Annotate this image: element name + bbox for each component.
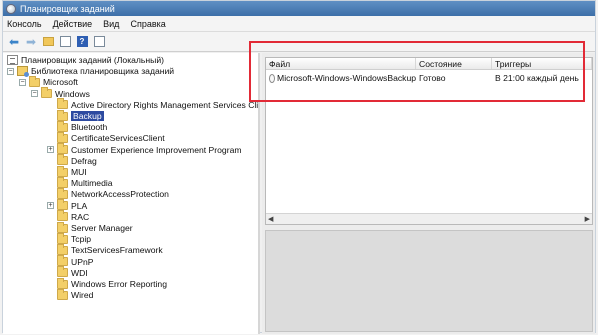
- horizontal-scrollbar[interactable]: ◀ ▶: [266, 213, 592, 224]
- folder-icon: [57, 199, 68, 211]
- folder-icon: [57, 176, 68, 188]
- column-status[interactable]: Состояние: [416, 58, 492, 69]
- tree-item-label: Библиотека планировщика заданий: [31, 66, 175, 77]
- folder-icon: [41, 87, 52, 99]
- folder-icon: [57, 120, 68, 132]
- expand-icon[interactable]: +: [47, 146, 54, 154]
- scroll-right-icon[interactable]: ▶: [583, 215, 592, 223]
- column-triggers[interactable]: Триггеры: [492, 58, 592, 69]
- folder-icon: [29, 75, 40, 87]
- folder-icon: [57, 131, 68, 143]
- tree-item[interactable]: NetworkAccessProtection: [47, 187, 169, 200]
- tree-item-label: NetworkAccessProtection: [71, 189, 169, 200]
- tree-item[interactable]: − Microsoft: [19, 75, 78, 88]
- toolbar: ⬅ ➡ ?: [3, 32, 595, 52]
- folder-icon: [57, 187, 68, 199]
- folder-icon: [57, 165, 68, 177]
- tree-item-label: Планировщик заданий (Локальный): [21, 55, 164, 65]
- tree-item-label: UPnP: [71, 256, 94, 267]
- tree-item-label: Tcpip: [71, 234, 92, 245]
- folder-icon: [57, 288, 68, 300]
- tree-item[interactable]: Windows Error Reporting: [47, 277, 167, 290]
- tree-item[interactable]: Active Directory Rights Management Servi…: [47, 98, 260, 111]
- tree-item-label: Multimedia: [71, 178, 113, 189]
- menu-help[interactable]: Справка: [130, 19, 165, 29]
- window-title: Планировщик заданий: [20, 3, 115, 14]
- tree-item[interactable]: Defrag: [47, 154, 97, 167]
- navigation-tree[interactable]: Планировщик заданий (Локальный) − Библиоте…: [3, 53, 260, 334]
- tree-item[interactable]: + Customer Experience Improvement Program: [47, 143, 242, 156]
- folder-icon: [57, 109, 68, 121]
- tree-item-label: Defrag: [71, 155, 97, 166]
- folder-icon: [57, 232, 68, 244]
- tree-item-label: PLA: [71, 200, 88, 211]
- tree-item-label: Backup: [71, 111, 104, 121]
- task-list-header: Файл Состояние Триггеры: [266, 58, 592, 70]
- forward-arrow-icon[interactable]: ➡: [24, 35, 38, 49]
- collapse-icon[interactable]: −: [19, 78, 26, 86]
- menu-console[interactable]: Консоль: [7, 19, 42, 29]
- folder-icon: [57, 277, 68, 289]
- tree-item-label: MUI: [71, 167, 87, 177]
- task-status: Готово: [419, 73, 446, 83]
- tree-item[interactable]: UPnP: [47, 255, 94, 268]
- folder-icon: [57, 255, 68, 267]
- column-file[interactable]: Файл: [266, 58, 416, 69]
- tree-item-label: Microsoft: [43, 77, 78, 88]
- task-scheduler-icon: [6, 3, 16, 14]
- title-bar: Планировщик заданий: [3, 1, 595, 16]
- scheduler-icon: [7, 55, 18, 65]
- task-trigger: В 21:00 каждый день: [495, 73, 579, 83]
- library-icon: [17, 66, 29, 78]
- tree-item[interactable]: Backup: [47, 109, 104, 122]
- tree-item-label: Active Directory Rights Management Servi…: [71, 99, 260, 110]
- tree-item[interactable]: + PLA: [47, 199, 88, 212]
- scroll-left-icon[interactable]: ◀: [266, 215, 275, 223]
- properties-icon[interactable]: [92, 35, 106, 49]
- tree-item-label: TextServicesFramework: [71, 245, 163, 256]
- tree-item-label: CertificateServicesClient: [71, 133, 165, 144]
- tree-item[interactable]: Tcpip: [47, 232, 92, 245]
- task-clock-icon: [269, 73, 276, 83]
- folder-icon: [57, 243, 68, 255]
- collapse-icon[interactable]: −: [7, 67, 14, 75]
- table-row[interactable]: Microsoft-Windows-WindowsBackup Готово В…: [266, 72, 592, 84]
- menu-bar: Консоль Действие Вид Справка: [3, 16, 595, 32]
- folder-icon: [57, 154, 68, 166]
- menu-view[interactable]: Вид: [103, 19, 119, 29]
- folder-icon: [57, 143, 68, 155]
- folder-icon: [57, 210, 68, 222]
- tree-item[interactable]: CertificateServicesClient: [47, 131, 165, 144]
- tree-item-label: Bluetooth: [71, 122, 108, 133]
- tree-item[interactable]: MUI: [47, 165, 87, 178]
- tree-item[interactable]: RAC: [47, 210, 90, 223]
- folder-icon: [57, 266, 68, 278]
- task-name-cell: Microsoft-Windows-WindowsBackup: [266, 73, 416, 83]
- task-details-pane: [265, 230, 593, 332]
- help-icon[interactable]: ?: [75, 35, 89, 49]
- folder-icon: [57, 98, 68, 110]
- content-pane: Файл Состояние Триггеры Microsoft-Window…: [262, 53, 595, 334]
- up-folder-icon[interactable]: [41, 35, 55, 49]
- app-window: Планировщик заданий Консоль Действие Вид…: [2, 0, 596, 334]
- tree-item-label: WDI: [71, 267, 88, 278]
- tree-item-label: Server Manager: [71, 223, 133, 233]
- tree-item-label: Wired: [71, 290, 94, 301]
- task-name: Microsoft-Windows-WindowsBackup: [277, 73, 416, 83]
- show-hide-pane-icon[interactable]: [58, 35, 72, 49]
- tree-item[interactable]: Планировщик заданий (Локальный): [7, 54, 164, 66]
- tree-item-label: RAC: [71, 211, 90, 222]
- tree-item-label: Windows: [55, 88, 90, 99]
- tree-item[interactable]: Wired: [47, 288, 94, 301]
- tree-item-label: Windows Error Reporting: [71, 279, 167, 289]
- folder-icon: [57, 221, 68, 233]
- expand-icon[interactable]: +: [47, 202, 54, 210]
- task-list[interactable]: Файл Состояние Триггеры Microsoft-Window…: [265, 57, 593, 225]
- tree-item-label: Customer Experience Improvement Program: [71, 144, 242, 155]
- collapse-icon[interactable]: −: [31, 90, 38, 98]
- tree-item[interactable]: TextServicesFramework: [47, 243, 163, 256]
- menu-action[interactable]: Действие: [53, 19, 93, 29]
- tree-item[interactable]: WDI: [47, 266, 88, 279]
- back-arrow-icon[interactable]: ⬅: [7, 35, 21, 49]
